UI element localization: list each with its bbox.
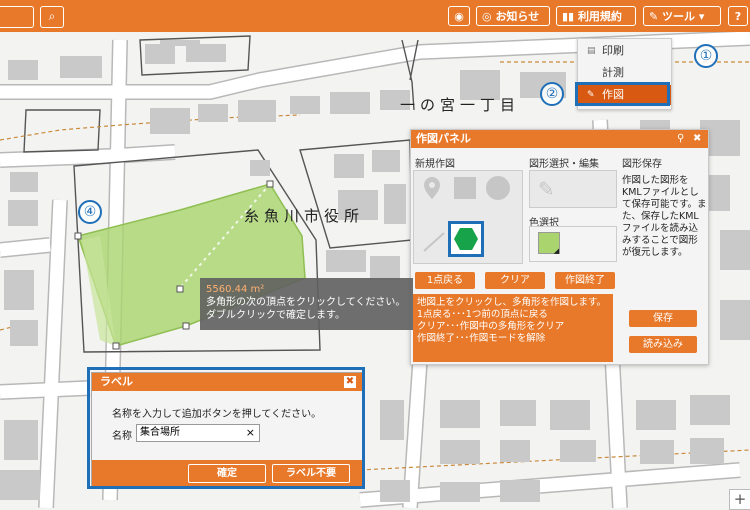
line-tool-icon[interactable] — [423, 232, 445, 252]
polygon-tool-button[interactable] — [448, 221, 484, 257]
draw-panel-header[interactable]: 作図パネル ⚲ ✖ — [411, 130, 708, 148]
search-input[interactable] — [0, 6, 34, 28]
label-dialog-highlight — [87, 367, 365, 489]
finish-drawing-button[interactable]: 作図終了 — [555, 272, 615, 289]
top-toolbar: ⌕ ◉ ◎ お知らせ ▮▮ 利用規約 ✎ ツール ▾ ? — [0, 0, 750, 32]
book-icon: ▮▮ — [562, 10, 578, 23]
zoom-in-button[interactable]: + — [729, 489, 750, 510]
drawing-tooltip: 5560.44 m² 多角形の次の頂点をクリックしてください。 ダブルクリックで… — [200, 278, 413, 330]
draw-help-text: 地図上をクリックし、多角形を作図します。 1点戻る･･･1つ前の頂点に戻る クリ… — [413, 294, 613, 362]
map-label-cityhall: 糸魚川市役所 — [244, 207, 365, 225]
color-select-box: ◢ — [529, 226, 617, 262]
draw-menu-highlight — [575, 82, 670, 106]
clear-button[interactable]: クリア — [485, 272, 545, 289]
notice-icon: ◎ — [482, 10, 496, 23]
undo-point-button[interactable]: 1点戻る — [415, 272, 475, 289]
swatch-caret-icon: ◢ — [553, 247, 559, 255]
draw-panel: 作図パネル ⚲ ✖ 新規作図 図形選択・編集 図形保存 ✎ 色選択 ◢ 1点戻る — [410, 129, 709, 365]
close-icon[interactable]: ✖ — [693, 130, 701, 148]
step-marker-1: ① — [694, 44, 718, 68]
step-marker-4: ④ — [78, 200, 102, 224]
location-pin-icon[interactable]: ◉ — [448, 6, 470, 26]
menu-item-print[interactable]: ▤ 印刷 — [578, 41, 671, 61]
rectangle-tool-icon[interactable] — [454, 177, 476, 199]
select-edit-box: ✎ — [529, 170, 617, 208]
save-info-text: 作図した図形をKMLファイルとして保存可能です。また、保存したKMLファイルを読… — [622, 175, 707, 258]
step-marker-2: ② — [540, 82, 564, 106]
draw-tools-box — [413, 170, 523, 264]
search-icon[interactable]: ⌕ — [40, 6, 64, 28]
hexagon-icon — [454, 228, 478, 250]
save-shape-label: 図形保存 — [622, 159, 662, 170]
menu-item-measure[interactable]: 計測 — [578, 63, 671, 83]
color-swatch[interactable]: ◢ — [538, 232, 560, 255]
new-drawing-label: 新規作図 — [415, 159, 455, 170]
load-button[interactable]: 読み込み — [629, 336, 697, 353]
terms-button[interactable]: ▮▮ 利用規約 — [556, 6, 636, 26]
save-button[interactable]: 保存 — [629, 310, 697, 327]
print-icon: ▤ — [587, 46, 596, 56]
select-edit-label: 図形選択・編集 — [529, 159, 599, 170]
notice-button[interactable]: ◎ お知らせ — [476, 6, 550, 26]
point-tool-icon[interactable] — [424, 177, 440, 199]
area-readout: 5560.44 m² — [206, 284, 265, 295]
map-label-ichinomiya: 一の宮一丁目 — [400, 96, 521, 114]
caret-down-icon: ▾ — [695, 10, 705, 23]
draw-panel-title: 作図パネル — [416, 132, 471, 145]
circle-tool-icon[interactable] — [486, 176, 510, 200]
pin-icon[interactable]: ⚲ — [677, 130, 684, 148]
help-button[interactable]: ? — [728, 6, 748, 26]
tools-menu-button[interactable]: ✎ ツール ▾ — [643, 6, 721, 26]
wrench-icon: ✎ — [649, 10, 663, 23]
edit-pencil-icon[interactable]: ✎ — [538, 177, 555, 201]
